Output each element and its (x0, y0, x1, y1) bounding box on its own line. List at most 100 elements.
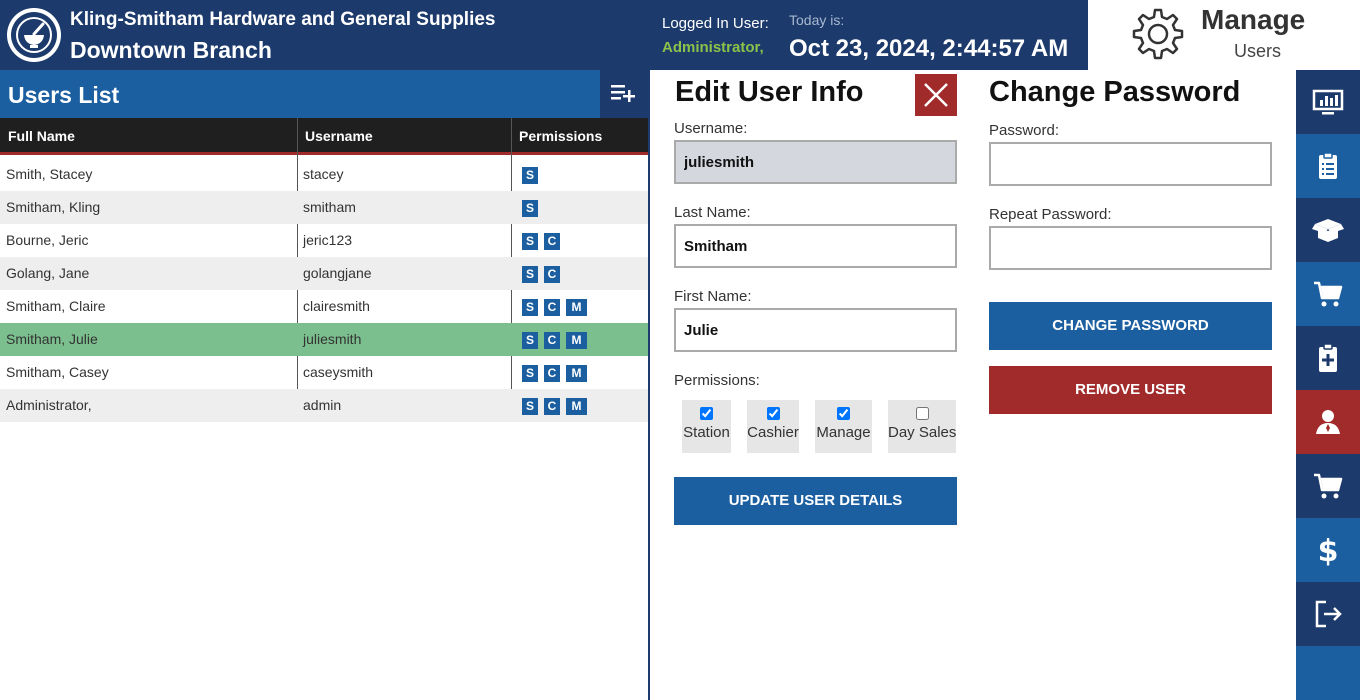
repeat-password-field[interactable] (989, 226, 1272, 270)
cell-full-name: Administrator, (6, 397, 92, 413)
permission-manage-label: Manage (816, 424, 871, 441)
cell-permissions: S (522, 166, 544, 184)
company-logo (7, 8, 61, 62)
user-manage-icon (1316, 410, 1340, 434)
nav-dollar-button[interactable]: $ (1296, 518, 1360, 582)
permission-badge: C (544, 266, 560, 283)
permission-cashier-input[interactable] (767, 407, 780, 420)
username-label: Username: (674, 120, 748, 137)
module-indicator: Manage Users (1088, 0, 1360, 70)
nav-cart-button[interactable] (1296, 454, 1360, 518)
permission-station-input[interactable] (700, 407, 713, 420)
cell-full-name: Smitham, Kling (6, 199, 101, 215)
close-icon (924, 83, 948, 107)
permission-badge: M (566, 398, 587, 415)
permission-badge: S (522, 299, 538, 316)
cell-full-name: Golang, Jane (6, 265, 90, 281)
nav-open-box-button[interactable] (1296, 198, 1360, 262)
table-row[interactable]: Smitham, Casey caseysmith S C M (0, 356, 648, 389)
users-table-body: Smith, Stacey stacey S Smitham, Kling smitha… (0, 158, 648, 422)
cell-full-name: Smitham, Claire (6, 298, 106, 314)
permission-badge: C (544, 299, 560, 316)
cart-icon (1314, 281, 1343, 307)
mortar-pestle-icon (16, 17, 52, 53)
change-password-title: Change Password (989, 76, 1241, 108)
permission-manage-input[interactable] (837, 407, 850, 420)
username-field[interactable] (674, 140, 957, 184)
permission-badge: C (544, 365, 560, 382)
remove-user-button[interactable]: REMOVE USER (989, 366, 1272, 414)
repeat-password-label: Repeat Password: (989, 206, 1112, 223)
permission-day-sales-label: Day Sales (888, 424, 957, 441)
edit-user-title: Edit User Info (675, 76, 864, 108)
svg-text:$: $ (1318, 534, 1339, 566)
nav-cart-button[interactable] (1296, 262, 1360, 326)
permission-badge: S (522, 398, 538, 415)
table-row[interactable]: Bourne, Jeric jeric123 S C (0, 224, 648, 257)
cell-permissions: SCM (522, 331, 593, 349)
table-row[interactable]: Administrator, admin S C M (0, 389, 648, 422)
permission-cashier-checkbox[interactable]: Cashier (747, 400, 799, 453)
module-subtitle: Users (1234, 41, 1282, 61)
cell-permissions: SC (522, 265, 566, 283)
close-button[interactable] (915, 74, 957, 116)
permission-badge: M (566, 365, 587, 382)
permission-badge: S (522, 167, 538, 184)
logged-in-user: Administrator, (662, 39, 764, 56)
permission-station-checkbox[interactable]: Station (682, 400, 731, 453)
dollar-icon: $ (1318, 534, 1339, 566)
nav-clipboard-plus-button[interactable] (1296, 326, 1360, 390)
table-row[interactable]: Golang, Jane golangjane S C (0, 257, 648, 290)
permission-day-sales-input[interactable] (916, 407, 929, 420)
nav-clipboard-list-button[interactable] (1296, 134, 1360, 198)
table-row[interactable]: Smith, Stacey stacey S (0, 158, 648, 191)
clipboard-plus-icon (1319, 343, 1337, 372)
permission-manage-checkbox[interactable]: Manage (815, 400, 872, 453)
cell-username: stacey (303, 166, 344, 182)
permission-badge: S (522, 332, 538, 349)
cell-username: caseysmith (303, 364, 374, 380)
current-datetime: Oct 23, 2024, 2:44:57 AM (789, 35, 1069, 62)
panel-divider (648, 70, 650, 700)
password-label: Password: (989, 122, 1060, 139)
permission-day-sales-checkbox[interactable]: Day Sales (888, 400, 956, 453)
cell-full-name: Smitham, Casey (6, 364, 109, 380)
last-name-field[interactable] (674, 224, 957, 268)
nav-user-manage-button[interactable] (1296, 390, 1360, 454)
column-header-full-name[interactable]: Full Name (0, 118, 75, 155)
permissions-label: Permissions: (674, 372, 760, 389)
cell-username: golangjane (303, 265, 372, 281)
cell-username: clairesmith (303, 298, 370, 314)
first-name-field[interactable] (674, 308, 957, 352)
last-name-label: Last Name: (674, 204, 751, 221)
add-user-button[interactable] (600, 70, 648, 118)
clipboard-list-icon (1319, 152, 1337, 179)
permission-badge: M (566, 299, 587, 316)
column-header-username[interactable]: Username (297, 118, 373, 155)
permission-station-label: Station (683, 424, 730, 441)
table-row[interactable]: Smitham, Kling smitham S (0, 191, 648, 224)
table-row[interactable]: Smitham, Julie juliesmith S C M (0, 323, 648, 356)
cell-username: jeric123 (303, 232, 353, 248)
cell-username: smitham (303, 199, 356, 215)
logout-icon (1315, 600, 1342, 628)
cell-permissions: S (522, 199, 544, 217)
table-row[interactable]: Smitham, Claire clairesmith S C M (0, 290, 648, 323)
app-header: Kling-Smitham Hardware and General Suppl… (0, 0, 1360, 70)
nav-logout-button[interactable] (1296, 582, 1360, 646)
nav-monitor-chart-button[interactable] (1296, 70, 1360, 134)
cell-full-name: Bourne, Jeric (6, 232, 89, 248)
column-header-permissions[interactable]: Permissions (511, 118, 602, 155)
playlist-add-icon (611, 85, 635, 102)
password-field[interactable] (989, 142, 1272, 186)
permission-cashier-label: Cashier (747, 424, 799, 441)
cell-permissions: SCM (522, 397, 593, 415)
users-list-title: Users List (8, 82, 120, 108)
permission-badge: C (544, 233, 560, 250)
first-name-label: First Name: (674, 288, 752, 305)
change-password-button[interactable]: CHANGE PASSWORD (989, 302, 1272, 350)
cell-username: juliesmith (303, 331, 362, 347)
permission-badge: S (522, 233, 538, 250)
cell-permissions: SCM (522, 298, 593, 316)
update-user-button[interactable]: UPDATE USER DETAILS (674, 477, 957, 525)
